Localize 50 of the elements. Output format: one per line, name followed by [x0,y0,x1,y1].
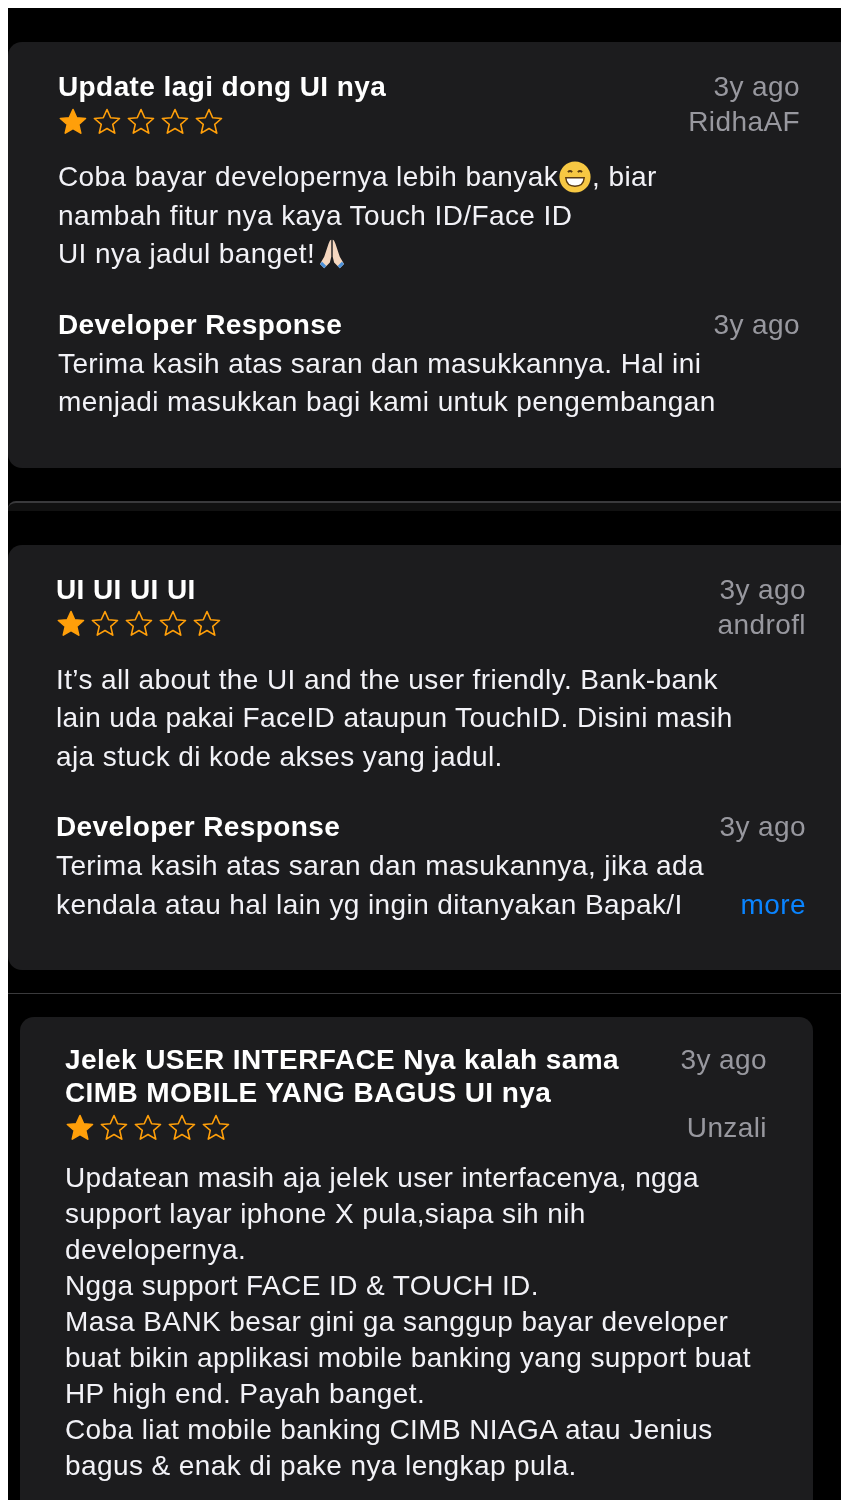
review-text: developernya. [65,1233,247,1267]
more-link[interactable]: more [740,885,806,924]
response-heading: Developer Response [56,810,341,843]
reviewer-name: RidhaAF [688,105,800,138]
reviewer-name: androfl [717,607,806,641]
response-date: 3y ago [719,810,806,843]
review-text: Coba liat mobile banking CIMB NIAGA atau Jenius [65,1413,713,1447]
response-text: kendala atau hal lain yg ingin ditanyakan Bapak/I [56,887,683,922]
star-icon [133,1112,163,1143]
review-text: Masa BANK besar gini ga sanggup bayar developer [65,1305,729,1339]
review-text: Coba bayar developernya lebih banyak [58,160,559,194]
star-icon [58,106,88,137]
review-text: buat bikin applikasi mobile banking yang support buat [65,1341,751,1375]
star-icon [92,106,122,137]
star-icon [192,609,222,639]
star-icon [90,609,120,639]
review-date: 3y ago [712,70,800,103]
response-date: 3y ago [713,307,800,341]
review-title: Jelek USER INTERFACE Nya kalah sama CIMB MOBILE YANG BAGUS UI nya [65,1043,620,1109]
review-title: Update lagi dong UI nya [58,70,388,103]
review-text: , biar [592,160,657,194]
review-text: support layar iphone X pula,siapa sih nih [65,1197,586,1231]
star-icon [194,106,224,137]
review-text: bagus & enak di pake nya lengkap pula. [65,1449,577,1483]
review-text: nambah fitur nya kaya Touch ID/Face ID [58,198,573,233]
review-text: UI nya jadul banget! [58,237,316,271]
response-heading: Developer Response [58,307,343,341]
star-icon [99,1112,129,1143]
star-icon [158,609,188,639]
star-icon [160,106,190,137]
review-text: aja stuck di kode akses yang jadul. [56,739,503,774]
review-text: Updatean masih aja jelek user interfacenya, ngga [65,1161,700,1195]
review-text: lain uda pakai FaceID ataupun TouchID. Disini masih [56,701,733,735]
star-icon [126,106,156,137]
response-text: Terima kasih atas saran dan masukkannya. Hal ini [58,347,702,379]
grin-emoji-icon [558,160,593,195]
review-text: It’s all about the UI and the user friendly. Bank-bank [56,662,718,697]
review-date: 3y ago [718,572,806,606]
review-text: HP high end. Payah banget. [65,1377,426,1411]
reviewer-name: Unzali [685,1111,767,1144]
review-date: 3y ago [680,1043,767,1076]
star-icon [167,1112,197,1143]
star-icon [124,609,154,639]
review-title: UI UI UI UI [56,572,197,606]
review-text: Ngga support FACE ID & TOUCH ID. [65,1269,539,1303]
star-icon [56,609,86,639]
star-icon [65,1112,95,1143]
star-icon [201,1112,231,1143]
response-text: menjadi masukkan bagi kami untuk pengembangan [58,385,716,419]
response-text: Terima kasih atas saran dan masukannya, jika ada [56,850,704,881]
